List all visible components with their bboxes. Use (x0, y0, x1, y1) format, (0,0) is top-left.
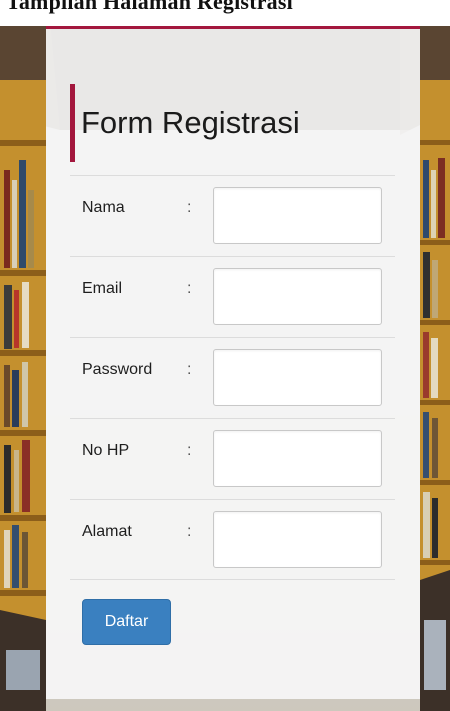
password-input[interactable] (213, 349, 382, 406)
divider (70, 256, 395, 257)
page-caption-strip: Tampilan Halaman Registrasi (0, 0, 450, 26)
nama-input[interactable] (213, 187, 382, 244)
field-label-no-hp: No HP (82, 442, 130, 459)
form-title-block: Form Registrasi (70, 84, 300, 162)
divider (70, 337, 395, 338)
daftar-button[interactable]: Daftar (82, 599, 171, 645)
field-separator: : (187, 523, 192, 540)
field-label-email: Email (82, 280, 123, 297)
field-label-password: Password (82, 361, 153, 378)
phone-input[interactable] (213, 430, 382, 487)
form-title: Form Registrasi (81, 105, 300, 140)
registration-form: Form Registrasi Nama : Email : Password … (46, 20, 420, 699)
divider (70, 418, 395, 419)
field-separator: : (187, 361, 192, 378)
field-separator: : (187, 199, 192, 216)
divider (70, 579, 395, 580)
field-separator: : (187, 280, 192, 297)
divider (70, 499, 395, 500)
field-separator: : (187, 442, 192, 459)
email-input[interactable] (213, 268, 382, 325)
page-caption: Tampilan Halaman Registrasi (6, 0, 293, 14)
field-label-nama: Nama (82, 199, 125, 216)
address-input[interactable] (213, 511, 382, 568)
field-label-alamat: Alamat (82, 523, 132, 540)
divider (70, 175, 395, 176)
